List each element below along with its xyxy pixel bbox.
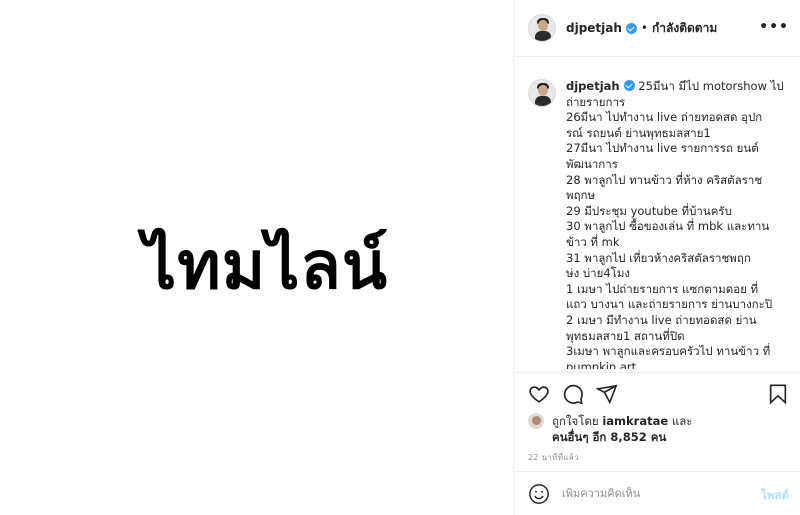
post-timestamp[interactable]: 22 นาทีที่แล้ว [528, 451, 579, 464]
comment-input[interactable] [562, 487, 742, 500]
caption-line: พัฒนาการ [566, 156, 618, 171]
likes-count-link[interactable]: คนอื่นๆ อีก 8,852 คน [552, 429, 666, 447]
caption-line: pumpkin art [566, 359, 637, 369]
post-image[interactable]: ไทมไลน์ [0, 0, 513, 515]
caption-line: ข้าว ที่ mk [566, 234, 620, 249]
liker-avatar[interactable] [528, 413, 544, 429]
header-separator: • [640, 21, 648, 35]
caption-line: 3เมษา พาลูกและครอบครัวไป ทานข้าว ที่ [566, 344, 771, 359]
caption-first-line: djpetjah 25มีนา มีไป motorshow ไป [566, 79, 789, 95]
bookmark-icon[interactable] [767, 383, 789, 405]
caption-line: 26มีนา ไปทำงาน live ถ่ายทอดสด อุปก [566, 110, 763, 125]
caption-avatar[interactable] [528, 79, 556, 107]
caption-line: พุทธมลสาย1 สถานที่ปิด [566, 328, 685, 343]
emoji-icon[interactable] [528, 483, 550, 505]
caption-line: พฤกษ [566, 188, 596, 203]
caption-line: 27มีนา ไปทำงาน live รายการรถ ยนต์ [566, 141, 759, 156]
likes-and: และ [671, 414, 693, 428]
caption-line: รณ์ รถยนต์ ย่านพุทธมลสาย1 [566, 125, 711, 140]
caption-line: 31 พาลูกไป เที่ยวห้างคริสตัลราชพฤก [566, 250, 751, 265]
likes-prefix: ถูกใจโดย [552, 414, 599, 428]
caption-line: ษ่ง บ่าย4โมง [566, 266, 631, 281]
share-icon[interactable] [596, 383, 618, 405]
post-header: djpetjah • กำลังติดตาม ••• [514, 0, 800, 57]
verified-badge-icon [624, 80, 636, 91]
following-button[interactable]: กำลังติดตาม [652, 19, 717, 38]
comment-icon[interactable] [562, 383, 584, 405]
verified-badge-icon [625, 22, 637, 34]
caption-line: 1 เมษา ไปถ่ายรายการ แซกตามดอย ที่ [566, 281, 759, 296]
more-options-icon[interactable]: ••• [759, 19, 789, 35]
caption-line: 2 เมษา มีทำงาน live ถ่ายทอดสด ย่าน [566, 312, 757, 327]
comment-box: โพสต์ [514, 471, 800, 515]
caption-area[interactable]: djpetjah 25มีนา มีไป motorshow ไป ถ่ายรา… [514, 57, 800, 369]
post-comment-button[interactable]: โพสต์ [761, 487, 789, 505]
liker-username[interactable]: iamkratae [602, 414, 668, 428]
caption-line: แถว บางนา และถ่ายรายการ ย่านบางกะปิ [566, 297, 773, 312]
post-image-text: ไทมไลน์ [143, 227, 388, 304]
caption-text: djpetjah 25มีนา มีไป motorshow ไป ถ่ายรา… [566, 79, 789, 369]
caption-line: ถ่ายรายการ [566, 94, 626, 109]
caption-row: djpetjah 25มีนา มีไป motorshow ไป ถ่ายรา… [528, 79, 789, 369]
avatar[interactable] [528, 14, 556, 42]
caption-username[interactable]: djpetjah [566, 79, 620, 93]
header-username[interactable]: djpetjah [566, 21, 622, 35]
heart-icon[interactable] [528, 383, 550, 405]
caption-line: 29 มีประชุม youtube ที่บ้านครับ [566, 203, 732, 218]
caption-line: 25มีนา มีไป motorshow ไป [638, 79, 784, 93]
caption-line: 30 พาลูกไป ซื้อของเล่น ที่ mbk และทาน [566, 219, 770, 234]
action-bar [514, 372, 800, 414]
caption-line: 28 พาลูกไป ทานข้าว ที่ห้าง คริสตัลราช [566, 172, 763, 187]
post-side-panel: djpetjah • กำลังติดตาม ••• djpetjah 25มี… [513, 0, 800, 515]
